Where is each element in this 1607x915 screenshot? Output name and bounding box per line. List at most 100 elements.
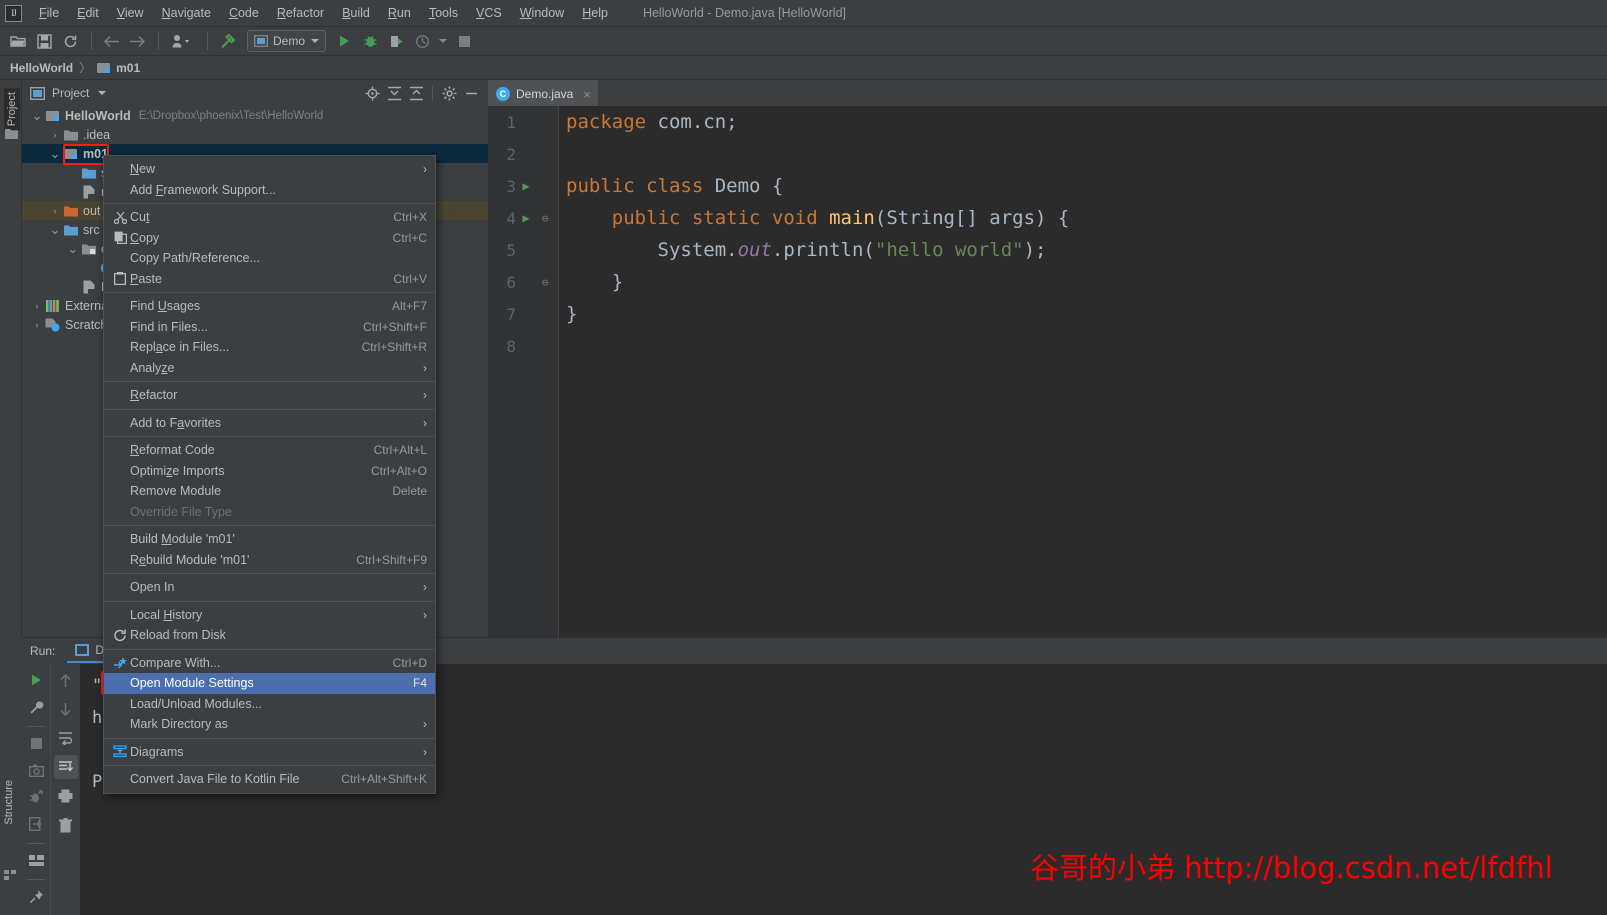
context-menu-item-copy[interactable]: Copy Ctrl+C bbox=[104, 228, 435, 249]
profile-dropdown-caret[interactable] bbox=[436, 29, 450, 53]
menu-edit[interactable]: Edit bbox=[68, 3, 108, 23]
menu-help[interactable]: Help bbox=[573, 3, 617, 23]
context-menu-item-diagrams[interactable]: Diagrams › bbox=[104, 742, 435, 763]
fold-toggle-icon[interactable]: ⊖ bbox=[536, 276, 554, 289]
code-line[interactable]: package com.cn; bbox=[558, 106, 1607, 138]
context-menu-item-analyze[interactable]: Analyze › bbox=[104, 358, 435, 379]
menu-view[interactable]: View bbox=[108, 3, 153, 23]
code-line[interactable]: } bbox=[558, 266, 1607, 298]
context-menu-item-local-history[interactable]: Local History › bbox=[104, 605, 435, 626]
gutter-line[interactable]: 3 ▶ bbox=[488, 170, 558, 202]
locate-icon[interactable] bbox=[361, 82, 383, 104]
profile-icon[interactable] bbox=[410, 29, 434, 53]
project-panel-chevron-down-icon[interactable] bbox=[98, 91, 107, 95]
save-icon[interactable] bbox=[32, 29, 56, 53]
run-coverage-icon[interactable] bbox=[384, 29, 408, 53]
code-line[interactable] bbox=[558, 330, 1607, 362]
menu-window[interactable]: Window bbox=[511, 3, 573, 23]
menu-run[interactable]: Run bbox=[379, 3, 420, 23]
editor-gutter[interactable]: 1 2 3 ▶ 4 ▶ ⊖ 5 6 ⊖ 7 8 bbox=[488, 106, 558, 637]
tree-node-helloworld[interactable]: ⌄ HelloWorld E:\Dropbox\phoenix\Test\Hello… bbox=[22, 106, 488, 125]
fold-toggle-icon[interactable]: ⊖ bbox=[536, 212, 554, 225]
context-menu-item-remove-module[interactable]: Remove Module Delete bbox=[104, 481, 435, 502]
gutter-line[interactable]: 6 ⊖ bbox=[488, 266, 558, 298]
editor-tab-demo-java[interactable]: C Demo.java × bbox=[488, 80, 598, 106]
gutter-line[interactable]: 8 bbox=[488, 330, 558, 362]
run-configuration-selector[interactable]: Demo bbox=[247, 30, 327, 52]
context-menu-item-refactor[interactable]: Refactor › bbox=[104, 385, 435, 406]
menu-build[interactable]: Build bbox=[333, 3, 379, 23]
menu-refactor[interactable]: Refactor bbox=[268, 3, 333, 23]
context-menu-item-add-to-favorites[interactable]: Add to Favorites › bbox=[104, 413, 435, 434]
code-line[interactable]: public class Demo { bbox=[558, 170, 1607, 202]
tool-window-tab-structure[interactable]: Structure bbox=[3, 780, 15, 825]
context-menu-item-reload-from-disk[interactable]: Reload from Disk bbox=[104, 625, 435, 646]
debug-icon[interactable] bbox=[358, 29, 382, 53]
export-icon[interactable] bbox=[24, 812, 48, 836]
breadcrumb-project[interactable]: HelloWorld bbox=[10, 61, 73, 75]
context-menu-item-reformat-code[interactable]: Reformat Code Ctrl+Alt+L bbox=[104, 440, 435, 461]
code-line[interactable] bbox=[558, 138, 1607, 170]
context-menu-item-open-in[interactable]: Open In › bbox=[104, 577, 435, 598]
context-menu-item-copy-path-reference[interactable]: Copy Path/Reference... bbox=[104, 248, 435, 269]
collapse-all-icon[interactable] bbox=[405, 82, 427, 104]
chevron-down-icon[interactable] bbox=[311, 39, 320, 43]
back-arrow-icon[interactable] bbox=[99, 29, 123, 53]
context-menu-item-new[interactable]: New › bbox=[104, 159, 435, 180]
chevron-toggle-icon[interactable]: ⌄ bbox=[30, 108, 44, 124]
stop-icon[interactable] bbox=[24, 731, 48, 755]
trash-icon[interactable] bbox=[54, 813, 78, 837]
pin-icon[interactable] bbox=[24, 884, 48, 908]
chevron-toggle-icon[interactable]: ⌄ bbox=[48, 222, 62, 238]
rerun-icon[interactable] bbox=[24, 668, 48, 692]
gutter-line[interactable]: 2 bbox=[488, 138, 558, 170]
context-menu-item-mark-directory-as[interactable]: Mark Directory as › bbox=[104, 714, 435, 735]
down-arrow-icon[interactable] bbox=[54, 697, 78, 721]
chevron-toggle-icon[interactable]: › bbox=[30, 320, 44, 330]
gutter-line[interactable]: 5 bbox=[488, 234, 558, 266]
context-menu-item-optimize-imports[interactable]: Optimize Imports Ctrl+Alt+O bbox=[104, 461, 435, 482]
menu-navigate[interactable]: Navigate bbox=[153, 3, 220, 23]
chevron-toggle-icon[interactable]: ⌄ bbox=[66, 241, 80, 257]
context-menu-item-rebuild-module-m01[interactable]: Rebuild Module 'm01' Ctrl+Shift+F9 bbox=[104, 550, 435, 571]
tree-node-idea[interactable]: › .idea bbox=[22, 125, 488, 144]
tool-window-tab-project[interactable]: Project bbox=[4, 88, 20, 131]
soft-wrap-icon[interactable] bbox=[54, 726, 78, 750]
menu-file[interactable]: File bbox=[30, 3, 68, 23]
context-menu-item-cut[interactable]: Cut Ctrl+X bbox=[104, 207, 435, 228]
stop-icon[interactable] bbox=[452, 29, 476, 53]
gutter-line[interactable]: 7 bbox=[488, 298, 558, 330]
run-gutter-icon[interactable]: ▶ bbox=[516, 179, 536, 193]
gutter-line[interactable]: 4 ▶ ⊖ bbox=[488, 202, 558, 234]
context-menu-item-convert-java-file-to-kotlin-file[interactable]: Convert Java File to Kotlin File Ctrl+Alt… bbox=[104, 769, 435, 790]
chevron-toggle-icon[interactable]: › bbox=[48, 130, 62, 140]
wrench-settings-icon[interactable] bbox=[24, 695, 48, 719]
context-menu-item-paste[interactable]: Paste Ctrl+V bbox=[104, 269, 435, 290]
vcs-update-icon[interactable] bbox=[166, 29, 198, 53]
context-menu-item-open-module-settings[interactable]: Open Module Settings F4 bbox=[104, 673, 435, 694]
forward-arrow-icon[interactable] bbox=[125, 29, 149, 53]
chevron-toggle-icon[interactable]: › bbox=[30, 301, 44, 311]
code-line[interactable]: public static void main (String[] args) { bbox=[558, 202, 1607, 234]
context-menu-item-add-framework-support[interactable]: Add Framework Support... bbox=[104, 180, 435, 201]
code-line[interactable]: } bbox=[558, 298, 1607, 330]
context-menu-item-build-module-m01[interactable]: Build Module 'm01' bbox=[104, 529, 435, 550]
menu-code[interactable]: Code bbox=[220, 3, 268, 23]
camera-icon[interactable] bbox=[24, 758, 48, 782]
menu-tools[interactable]: Tools bbox=[420, 3, 467, 23]
breadcrumb-module[interactable]: m01 bbox=[116, 61, 140, 75]
context-menu-item-find-in-files[interactable]: Find in Files... Ctrl+Shift+F bbox=[104, 317, 435, 338]
scroll-to-end-icon[interactable] bbox=[53, 755, 78, 779]
build-hammer-icon[interactable] bbox=[215, 29, 239, 53]
menu-vcs[interactable]: VCS bbox=[467, 3, 511, 23]
sync-icon[interactable] bbox=[58, 29, 82, 53]
up-arrow-icon[interactable] bbox=[54, 668, 78, 692]
open-folder-icon[interactable] bbox=[6, 29, 30, 53]
layout-icon[interactable] bbox=[24, 848, 48, 872]
expand-all-icon[interactable] bbox=[383, 82, 405, 104]
close-icon[interactable]: × bbox=[583, 88, 591, 101]
run-icon[interactable] bbox=[332, 29, 356, 53]
context-menu-item-find-usages[interactable]: Find Usages Alt+F7 bbox=[104, 296, 435, 317]
minimize-icon[interactable] bbox=[460, 82, 482, 104]
code-line[interactable]: System. out .println("hello world"); bbox=[558, 234, 1607, 266]
